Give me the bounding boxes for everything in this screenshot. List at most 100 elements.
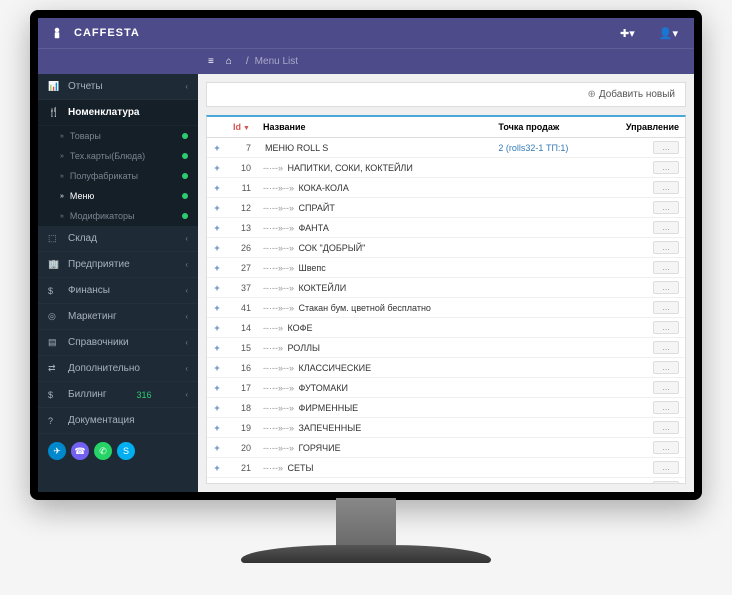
cell-name: --·--»--» КЛАССИЧЕСКИЕ <box>257 358 492 378</box>
add-new-button[interactable]: ⊕Добавить новый <box>587 89 675 100</box>
sidebar-item-finance[interactable]: $Финансы‹ <box>38 278 198 304</box>
cell-id: 26 <box>227 238 257 258</box>
topbar-user-button[interactable]: 👤▾ <box>653 25 684 42</box>
cell-name: МЕНЮ ROLL S <box>257 138 492 158</box>
manage-button[interactable]: … <box>653 481 679 484</box>
cell-point <box>492 398 599 418</box>
manage-button[interactable]: … <box>653 141 679 154</box>
manage-button[interactable]: … <box>653 281 679 294</box>
cell-point <box>492 318 599 338</box>
sidebar-item-billing[interactable]: $Биллинг316‹ <box>38 382 198 408</box>
sidebar-item-enterprise[interactable]: 🏢Предприятие‹ <box>38 252 198 278</box>
viber-icon[interactable]: ☎ <box>71 442 89 460</box>
manage-button[interactable]: … <box>653 161 679 174</box>
manage-button[interactable]: … <box>653 201 679 214</box>
status-dot-icon <box>182 193 188 199</box>
sidebar-sub-4[interactable]: »Модификаторы <box>38 206 198 226</box>
expand-button[interactable]: + <box>207 158 227 178</box>
col-id[interactable]: Id▼ <box>227 117 257 138</box>
cell-point <box>492 218 599 238</box>
point-link[interactable]: 2 (rolls32-1 ТП:1) <box>498 143 568 153</box>
manage-button[interactable]: … <box>653 241 679 254</box>
table-row: +20--·--»--» ГОРЯЧИЕ… <box>207 438 685 458</box>
expand-button[interactable]: + <box>207 458 227 478</box>
skype-icon[interactable]: S <box>117 442 135 460</box>
sidebar-item-extra[interactable]: ⇄Дополнительно‹ <box>38 356 198 382</box>
expand-button[interactable]: + <box>207 258 227 278</box>
telegram-icon[interactable]: ✈ <box>48 442 66 460</box>
col-name[interactable]: Название <box>257 117 492 138</box>
cell-point <box>492 278 599 298</box>
manage-button[interactable]: … <box>653 441 679 454</box>
box-icon: ⬚ <box>48 233 62 244</box>
manage-button[interactable]: … <box>653 361 679 374</box>
expand-button[interactable]: + <box>207 378 227 398</box>
social-icons: ✈ ☎ ✆ S <box>38 434 198 468</box>
expand-button[interactable]: + <box>207 438 227 458</box>
sidebar-sub-2[interactable]: »Полуфабрикаты <box>38 166 198 186</box>
cell-id: 15 <box>227 338 257 358</box>
topbar-add-button[interactable]: ✚▾ <box>614 25 641 42</box>
manage-button[interactable]: … <box>653 261 679 274</box>
expand-button[interactable]: + <box>207 338 227 358</box>
col-point[interactable]: Точка продаж <box>492 117 599 138</box>
whatsapp-icon[interactable]: ✆ <box>94 442 112 460</box>
manage-button[interactable]: … <box>653 301 679 314</box>
sidebar-item-docs[interactable]: ?Документация <box>38 408 198 434</box>
chevron-left-icon: ‹ <box>185 260 188 269</box>
cell-manage: … <box>600 338 685 358</box>
manage-button[interactable]: … <box>653 321 679 334</box>
table-row: +10--·--» НАПИТКИ, СОКИ, КОКТЕЙЛИ… <box>207 158 685 178</box>
manage-button[interactable]: … <box>653 221 679 234</box>
book-icon: ▤ <box>48 337 62 348</box>
expand-button[interactable]: + <box>207 418 227 438</box>
sidebar-sub-0[interactable]: »Товары <box>38 126 198 146</box>
chevron-left-icon: ‹ <box>185 286 188 295</box>
manage-button[interactable]: … <box>653 461 679 474</box>
cell-manage: … <box>600 398 685 418</box>
hamburger-icon[interactable]: ≡ <box>208 56 214 67</box>
col-manage[interactable]: Управление <box>600 117 685 138</box>
expand-button[interactable]: + <box>207 178 227 198</box>
cell-name: --·--» РОЛЛЫ <box>257 338 492 358</box>
cell-id: 17 <box>227 378 257 398</box>
cell-point <box>492 158 599 178</box>
expand-button[interactable]: + <box>207 358 227 378</box>
expand-button[interactable]: + <box>207 278 227 298</box>
sidebar-item-marketing[interactable]: ◎Маркетинг‹ <box>38 304 198 330</box>
question-icon: ? <box>48 416 62 426</box>
cell-point <box>492 358 599 378</box>
breadcrumb-home-icon[interactable]: ⌂ <box>226 56 232 67</box>
sidebar-sub-3[interactable]: »Меню <box>38 186 198 206</box>
sidebar-item-dicts[interactable]: ▤Справочники‹ <box>38 330 198 356</box>
brand-title: CAFFESTA <box>74 27 140 39</box>
manage-button[interactable]: … <box>653 401 679 414</box>
sidebar-item-nomenclature[interactable]: 🍴Номенклатура <box>38 100 198 126</box>
manage-button[interactable]: … <box>653 341 679 354</box>
sidebar-item-reports[interactable]: 📊Отчеты‹ <box>38 74 198 100</box>
bullet-icon: » <box>60 193 64 200</box>
table-row: +12--·--»--» СПРАЙТ… <box>207 198 685 218</box>
sidebar-item-warehouse[interactable]: ⬚Склад‹ <box>38 226 198 252</box>
expand-button[interactable]: + <box>207 398 227 418</box>
cell-point <box>492 258 599 278</box>
expand-button[interactable]: + <box>207 298 227 318</box>
table-row: +27--·--»--» Швепс… <box>207 258 685 278</box>
table-row: +7МЕНЮ ROLL S2 (rolls32-1 ТП:1)… <box>207 138 685 158</box>
expand-button[interactable]: + <box>207 318 227 338</box>
sidebar-sub-1[interactable]: »Тех.карты(Блюда) <box>38 146 198 166</box>
expand-button[interactable]: + <box>207 198 227 218</box>
cell-name: --·--»--» СПРАЙТ <box>257 198 492 218</box>
manage-button[interactable]: … <box>653 421 679 434</box>
billing-badge: 316 <box>136 390 151 400</box>
cell-manage: … <box>600 478 685 485</box>
manage-button[interactable]: … <box>653 181 679 194</box>
expand-button[interactable]: + <box>207 478 227 485</box>
expand-button[interactable]: + <box>207 238 227 258</box>
manage-button[interactable]: … <box>653 381 679 394</box>
bullet-icon: » <box>60 153 64 160</box>
cell-manage: … <box>600 178 685 198</box>
expand-button[interactable]: + <box>207 218 227 238</box>
cell-name: --·--» СЕТЫ <box>257 458 492 478</box>
expand-button[interactable]: + <box>207 138 227 158</box>
